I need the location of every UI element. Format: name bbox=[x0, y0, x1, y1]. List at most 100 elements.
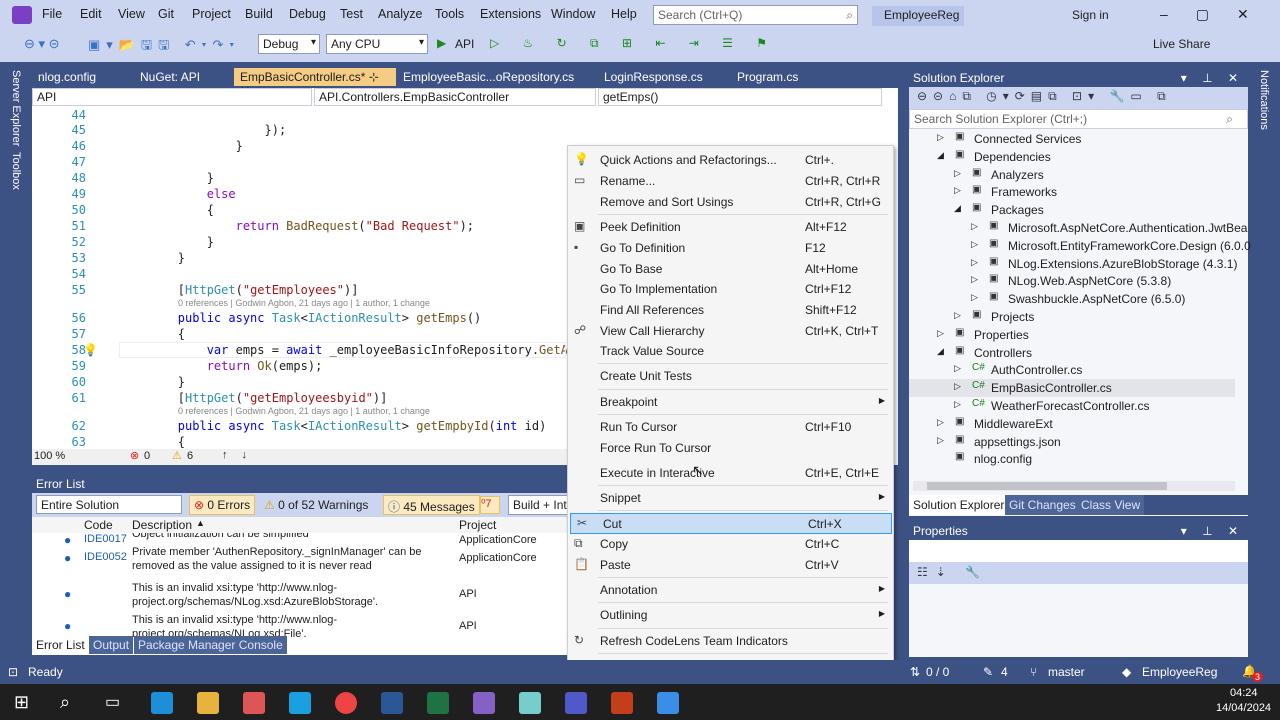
menu-build[interactable]: Build bbox=[245, 7, 273, 21]
col-project[interactable]: Project bbox=[459, 518, 496, 532]
class-nav-select[interactable]: API.Controllers.EmpBasicController bbox=[314, 88, 596, 106]
menu-item-cut[interactable]: ✂ Cut Ctrl+X bbox=[570, 513, 892, 534]
menu-item-force-run-to-cursor[interactable]: Force Run To Cursor bbox=[568, 438, 893, 459]
code-line[interactable]: }); bbox=[120, 123, 286, 137]
code-line[interactable]: } bbox=[120, 235, 214, 249]
menu-item-refresh-codelens-team-indicators[interactable]: ↻ Refresh CodeLens Team Indicators bbox=[568, 631, 893, 652]
changes-count[interactable]: 4 bbox=[1001, 665, 1008, 679]
expander-icon[interactable]: ◢ bbox=[937, 150, 944, 161]
excel-icon[interactable] bbox=[427, 692, 449, 714]
pane-controls-icon[interactable]: ▾ ⊥ ✕ bbox=[1181, 524, 1244, 538]
menu-view[interactable]: View bbox=[118, 7, 145, 21]
menu-item-annotation[interactable]: Annotation ▶ bbox=[568, 580, 893, 601]
solution-search-input[interactable]: Search Solution Explorer (Ctrl+;) ⌕ bbox=[909, 109, 1248, 129]
menu-item-remove-and-sort-usings[interactable]: Remove and Sort Usings Ctrl+R, Ctrl+G bbox=[568, 192, 893, 213]
col-code[interactable]: Code bbox=[84, 518, 113, 532]
codelens-info[interactable]: 0 references | Godwin Agbon, 21 days ago… bbox=[178, 298, 430, 308]
expander-icon[interactable]: ▷ bbox=[971, 221, 978, 232]
error-count[interactable]: 0 bbox=[144, 450, 150, 462]
menu-item-go-to-definition[interactable]: ▪ Go To Definition F12 bbox=[568, 238, 893, 259]
expander-icon[interactable]: ▷ bbox=[954, 363, 961, 374]
code-line[interactable]: } bbox=[120, 171, 214, 185]
expander-icon[interactable]: ▷ bbox=[954, 381, 961, 392]
task-view-icon[interactable]: ▭ bbox=[105, 692, 127, 714]
menu-item-outlining[interactable]: Outlining ▶ bbox=[568, 605, 893, 626]
run-icon[interactable]: ▶ bbox=[437, 36, 446, 50]
visual-studio-icon[interactable] bbox=[473, 692, 495, 714]
code-line[interactable]: public async Task<IActionResult> getEmpb… bbox=[120, 419, 547, 433]
build-filter-select[interactable]: Build + Int bbox=[508, 495, 568, 515]
menu-item-go-to-implementation[interactable]: Go To Implementation Ctrl+F12 bbox=[568, 279, 893, 300]
menu-item-breakpoint[interactable]: Breakpoint ▶ bbox=[568, 392, 893, 413]
menu-item-execute-in-interactive[interactable]: Execute in Interactive Ctrl+E, Ctrl+E bbox=[568, 463, 893, 484]
pane-controls-icon[interactable]: ▾ ⊥ ✕ bbox=[1181, 71, 1244, 85]
search-input[interactable]: Search (Ctrl+Q) ⌕ bbox=[653, 5, 858, 25]
expander-icon[interactable]: ▷ bbox=[971, 239, 978, 250]
messages-filter[interactable]: ⓘ 45 Messages bbox=[383, 495, 480, 515]
branch-name[interactable]: master bbox=[1048, 665, 1085, 679]
warnings-filter[interactable]: ⚠ 0 of 52 Warnings bbox=[260, 496, 372, 514]
file-toolbar-icons[interactable]: ▣▾📂🖫🖫 ↶▾↷▾ bbox=[88, 36, 240, 58]
tab-git-changes[interactable]: Git Changes bbox=[1005, 495, 1080, 515]
tree-item[interactable]: ◢ ▣ Dependencies bbox=[909, 148, 1235, 166]
editor-tab[interactable]: EmployeeBasic...oRepository.cs bbox=[397, 68, 597, 86]
code-line[interactable]: return BadRequest("Bad Request"); bbox=[120, 219, 474, 233]
expander-icon[interactable]: ▷ bbox=[971, 292, 978, 303]
menu-item-snippet[interactable]: Snippet ▶ bbox=[568, 488, 893, 509]
menu-extensions[interactable]: Extensions bbox=[480, 7, 541, 21]
editor-tab[interactable]: nlog.config bbox=[32, 68, 132, 86]
code-line[interactable]: } bbox=[120, 139, 243, 153]
properties-toolbar[interactable]: ☷⇣ 🔧 bbox=[909, 562, 1248, 584]
menu-item-quick-actions-and-refactorings[interactable]: 💡 Quick Actions and Refactorings... Ctrl+. bbox=[568, 150, 893, 171]
menu-item-go-to-base[interactable]: Go To Base Alt+Home bbox=[568, 259, 893, 280]
window-controls[interactable]: –▢✕ bbox=[1160, 6, 1277, 23]
menu-edit[interactable]: Edit bbox=[80, 7, 102, 21]
teams-icon[interactable] bbox=[565, 692, 587, 714]
word-icon[interactable] bbox=[381, 692, 403, 714]
error-code[interactable]: IDE0052 bbox=[84, 551, 127, 563]
tree-item[interactable]: ▷ ▣ NLog.Web.AspNetCore (5.3.8) bbox=[909, 272, 1235, 290]
editor-tab[interactable]: Program.cs bbox=[731, 68, 821, 86]
tree-item[interactable]: ▷ C# EmpBasicController.cs bbox=[909, 379, 1235, 398]
code-line[interactable]: { bbox=[120, 203, 214, 217]
tree-item[interactable]: ▷ ▣ Connected Services bbox=[909, 130, 1235, 148]
tab-package-manager-console[interactable]: Package Manager Console bbox=[134, 636, 287, 654]
menu-file[interactable]: File bbox=[42, 7, 62, 21]
expander-icon[interactable]: ▷ bbox=[937, 132, 944, 143]
editor-tab[interactable]: NuGet: API bbox=[134, 68, 232, 86]
notepad-icon[interactable] bbox=[519, 692, 541, 714]
menu-git[interactable]: Git bbox=[158, 7, 174, 21]
code-line[interactable]: return Ok(emps); bbox=[120, 359, 323, 373]
tab-output[interactable]: Output bbox=[89, 636, 134, 654]
codelens-info[interactable]: 0 references | Godwin Agbon, 21 days ago… bbox=[178, 406, 430, 416]
menu-item-track-value-source[interactable]: Track Value Source bbox=[568, 341, 893, 362]
tree-item[interactable]: ▷ ▣ Projects bbox=[909, 308, 1235, 326]
tree-item[interactable]: ▷ C# WeatherForecastController.cs bbox=[909, 397, 1235, 415]
error-row[interactable]: ● This is an invalid xsi:type 'http://www… bbox=[32, 579, 567, 611]
tree-item[interactable]: ▷ ▣ Swashbuckle.AspNetCore (6.5.0) bbox=[909, 290, 1235, 308]
expander-icon[interactable]: ▷ bbox=[954, 185, 961, 196]
editor-tab[interactable]: LoginResponse.cs bbox=[598, 68, 728, 86]
snipping-tool-icon[interactable] bbox=[243, 692, 265, 714]
run-target-button[interactable]: API bbox=[455, 37, 474, 51]
menu-test[interactable]: Test bbox=[340, 7, 363, 21]
tree-item[interactable]: ◢ ▣ Controllers bbox=[909, 344, 1235, 362]
menu-help[interactable]: Help bbox=[611, 7, 637, 21]
tree-item[interactable]: ▣ nlog.config bbox=[909, 450, 1235, 468]
menu-item-find-all-references[interactable]: Find All References Shift+F12 bbox=[568, 300, 893, 321]
sign-in-button[interactable]: Sign in bbox=[1072, 8, 1109, 22]
code-line[interactable]: var emps = await _employeeBasicInfoRepos… bbox=[119, 342, 568, 358]
nav-arrows-icon[interactable]: ↑↓ bbox=[222, 449, 261, 461]
menu-window[interactable]: Window bbox=[551, 7, 595, 21]
toolbox-tab[interactable]: Toolbox bbox=[10, 152, 22, 190]
expander-icon[interactable]: ▷ bbox=[937, 417, 944, 428]
menu-item-peek-definition[interactable]: ▣ Peek Definition Alt+F12 bbox=[568, 217, 893, 238]
solution-explorer-toolbar[interactable]: ⊖⊝⌂⧉ ◷▾⟳▤⧉ ⊡▾ 🔧▭ ⧉ bbox=[909, 87, 1248, 109]
tree-item[interactable]: ▷ C# AuthController.cs bbox=[909, 361, 1235, 379]
code-line[interactable]: } bbox=[120, 251, 185, 265]
server-explorer-tab[interactable]: Server Explorer bbox=[10, 70, 22, 146]
warning-count[interactable]: 6 bbox=[187, 450, 193, 462]
app-icon[interactable] bbox=[657, 692, 679, 714]
scope-select[interactable]: Entire Solution bbox=[36, 495, 182, 514]
menu-item-copy[interactable]: ⧉ Copy Ctrl+C bbox=[568, 534, 893, 555]
